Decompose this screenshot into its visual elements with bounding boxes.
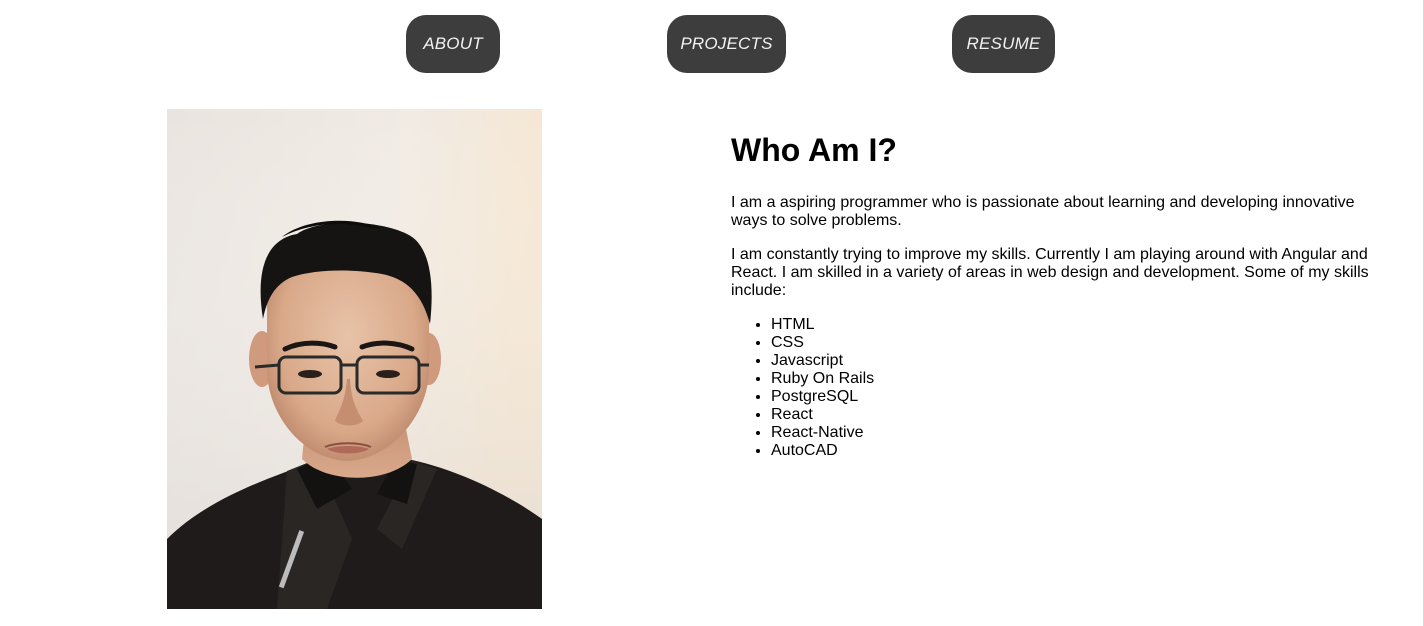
about-paragraph-1: I am a aspiring programmer who is passio…: [731, 194, 1355, 229]
profile-photo: [167, 109, 542, 609]
about-section: Who Am I? I am a aspiring programmer who…: [731, 128, 1391, 460]
nav-about-button[interactable]: ABOUT: [406, 15, 500, 73]
skill-item-javascript: Javascript: [771, 352, 1391, 370]
skill-item-autocad: AutoCAD: [771, 442, 1391, 460]
skill-item-react-native: React-Native: [771, 424, 1391, 442]
skills-list: HTML CSS Javascript Ruby On Rails Postgr…: [731, 316, 1391, 460]
page: ABOUT PROJECTS RESUME Who Am I? I am a a…: [0, 0, 1424, 626]
nav-resume-button[interactable]: RESUME: [952, 15, 1055, 73]
nav-projects-button[interactable]: PROJECTS: [667, 15, 786, 73]
about-paragraph-2: I am constantly trying to improve my ski…: [731, 246, 1369, 299]
skill-item-css: CSS: [771, 334, 1391, 352]
skill-item-react: React: [771, 406, 1391, 424]
skill-item-ruby-on-rails: Ruby On Rails: [771, 370, 1391, 388]
skill-item-postgresql: PostgreSQL: [771, 388, 1391, 406]
about-heading: Who Am I?: [731, 132, 897, 168]
skill-item-html: HTML: [771, 316, 1391, 334]
